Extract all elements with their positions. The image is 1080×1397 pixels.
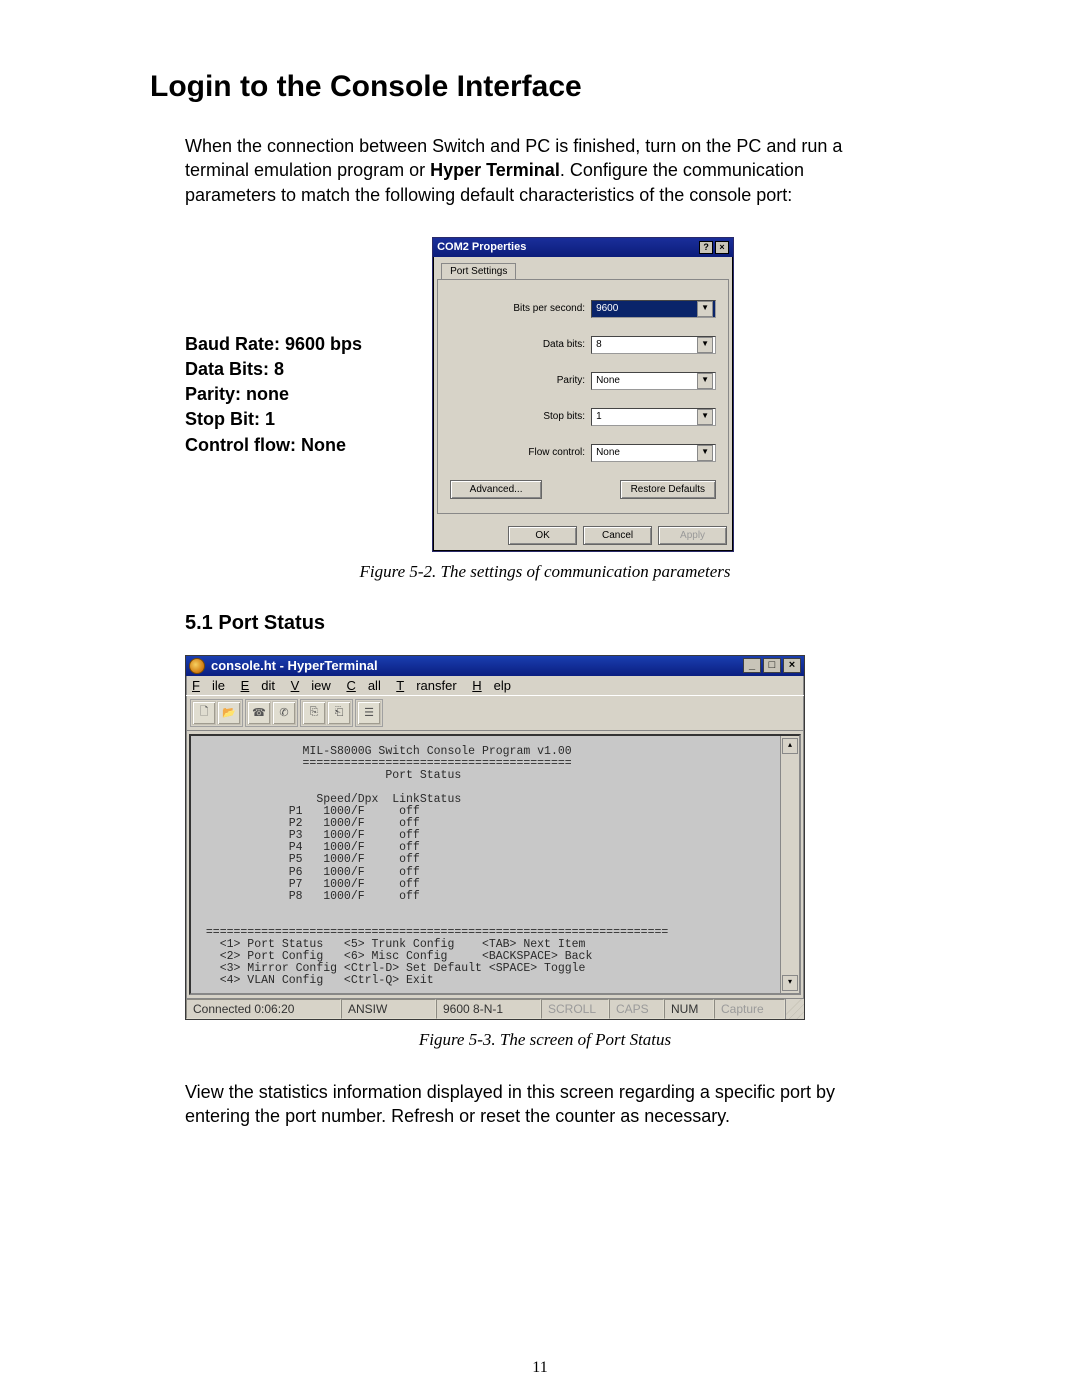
bps-select[interactable]: 9600 ▼ xyxy=(591,300,716,318)
page-number: 11 xyxy=(0,1359,1080,1377)
resize-grip-icon[interactable] xyxy=(785,999,804,1019)
help-button[interactable]: ? xyxy=(699,241,713,254)
databits-value: 8 xyxy=(596,339,602,350)
hyperterminal-window: console.ht - HyperTerminal _ □ × File Ed… xyxy=(185,655,805,1020)
dialog-body: Bits per second: 9600 ▼ Data bits: 8 ▼ P… xyxy=(437,279,729,514)
port-settings-tab[interactable]: Port Settings xyxy=(441,263,516,279)
status-connected: Connected 0:06:20 xyxy=(186,999,341,1019)
default-params-list: Baud Rate: 9600 bps Data Bits: 8 Parity:… xyxy=(185,332,362,458)
advanced-button[interactable]: Advanced... xyxy=(450,480,542,499)
bps-label: Bits per second: xyxy=(495,303,585,314)
terminal-output: MIL-S8000G Switch Console Program v1.00 … xyxy=(191,736,780,993)
cancel-button[interactable]: Cancel xyxy=(583,526,652,545)
figure-5-3-caption: Figure 5-3. The screen of Port Status xyxy=(150,1030,940,1050)
stopbits-select[interactable]: 1 ▼ xyxy=(591,408,716,426)
receive-icon[interactable]: ⎗ xyxy=(327,701,351,725)
parity-select[interactable]: None ▼ xyxy=(591,372,716,390)
intro-paragraph: When the connection between Switch and P… xyxy=(185,134,845,207)
closing-paragraph: View the statistics information displaye… xyxy=(185,1080,845,1129)
ht-titlebar: console.ht - HyperTerminal _ □ × xyxy=(186,656,804,676)
status-emulation: ANSIW xyxy=(341,999,436,1019)
menu-call[interactable]: Call xyxy=(346,678,380,693)
ht-statusbar: Connected 0:06:20 ANSIW 9600 8-N-1 SCROL… xyxy=(186,998,804,1019)
new-doc-icon[interactable]: 🗋 xyxy=(192,701,216,725)
dialog-tabbar: Port Settings xyxy=(433,257,733,279)
flow-select[interactable]: None ▼ xyxy=(591,444,716,462)
close-button[interactable]: × xyxy=(783,658,801,673)
menu-view[interactable]: View xyxy=(291,678,331,693)
param-stopbit: Stop Bit: 1 xyxy=(185,409,275,429)
menu-help[interactable]: Help xyxy=(472,678,511,693)
phone-disconnect-icon[interactable]: ✆ xyxy=(272,701,296,725)
apply-button[interactable]: Apply xyxy=(658,526,727,545)
dialog-titlebar: COM2 Properties ? × xyxy=(433,238,733,257)
document-page: Login to the Console Interface When the … xyxy=(0,0,1080,1397)
ht-content-frame: MIL-S8000G Switch Console Program v1.00 … xyxy=(189,734,801,995)
flow-label: Flow control: xyxy=(495,447,585,458)
maximize-button[interactable]: □ xyxy=(763,658,781,673)
menu-file[interactable]: File xyxy=(192,678,225,693)
ok-button[interactable]: OK xyxy=(508,526,577,545)
param-baud: Baud Rate: 9600 bps xyxy=(185,334,362,354)
status-num: NUM xyxy=(664,999,714,1019)
flow-value: None xyxy=(596,447,620,458)
parity-value: None xyxy=(596,375,620,386)
minimize-button[interactable]: _ xyxy=(743,658,761,673)
status-capture: Capture xyxy=(714,999,785,1019)
databits-label: Data bits: xyxy=(495,339,585,350)
open-folder-icon[interactable]: 📂 xyxy=(217,701,241,725)
ht-title: console.ht - HyperTerminal xyxy=(211,658,378,673)
menu-edit[interactable]: Edit xyxy=(241,678,275,693)
send-icon[interactable]: ⎘ xyxy=(302,701,326,725)
dropdown-arrow-icon: ▼ xyxy=(697,301,713,317)
settings-and-dialog-row: Baud Rate: 9600 bps Data Bits: 8 Parity:… xyxy=(185,237,940,552)
menu-transfer[interactable]: Transfer xyxy=(396,678,456,693)
page-title: Login to the Console Interface xyxy=(150,70,940,104)
ht-toolbar: 🗋 📂 ☎ ✆ ⎘ ⎗ ☰ xyxy=(186,695,804,731)
param-flow: Control flow: None xyxy=(185,435,346,455)
parity-label: Parity: xyxy=(495,375,585,386)
dialog-title: COM2 Properties xyxy=(437,241,526,253)
dropdown-arrow-icon: ▼ xyxy=(697,337,713,353)
status-settings: 9600 8-N-1 xyxy=(436,999,541,1019)
com2-properties-dialog: COM2 Properties ? × Port Settings Bits p… xyxy=(432,237,734,552)
restore-defaults-button[interactable]: Restore Defaults xyxy=(620,480,716,499)
scroll-down-icon[interactable]: ▾ xyxy=(782,975,798,991)
dropdown-arrow-icon: ▼ xyxy=(697,409,713,425)
dropdown-arrow-icon: ▼ xyxy=(697,445,713,461)
vertical-scrollbar[interactable]: ▴ ▾ xyxy=(780,736,799,993)
bps-value: 9600 xyxy=(596,303,618,314)
figure-5-2-caption: Figure 5-2. The settings of communicatio… xyxy=(150,562,940,582)
param-parity: Parity: none xyxy=(185,384,289,404)
section-5-1-heading: 5.1 Port Status xyxy=(185,612,940,635)
hyperterminal-app-icon xyxy=(189,658,205,674)
databits-select[interactable]: 8 ▼ xyxy=(591,336,716,354)
intro-bold: Hyper Terminal xyxy=(430,160,560,180)
param-databits: Data Bits: 8 xyxy=(185,359,284,379)
close-button[interactable]: × xyxy=(715,241,729,254)
dropdown-arrow-icon: ▼ xyxy=(697,373,713,389)
ht-menubar: File Edit View Call Transfer Help xyxy=(186,676,804,695)
scroll-up-icon[interactable]: ▴ xyxy=(782,738,798,754)
stopbits-label: Stop bits: xyxy=(495,411,585,422)
properties-icon[interactable]: ☰ xyxy=(357,701,381,725)
status-scroll: SCROLL xyxy=(541,999,609,1019)
phone-connect-icon[interactable]: ☎ xyxy=(247,701,271,725)
stopbits-value: 1 xyxy=(596,411,602,422)
status-caps: CAPS xyxy=(609,999,664,1019)
